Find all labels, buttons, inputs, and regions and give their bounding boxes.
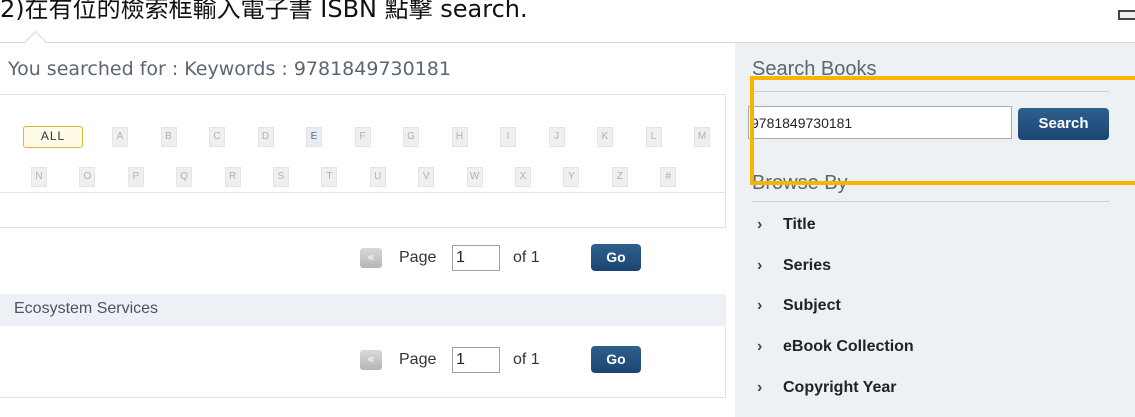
browse-item-subject[interactable]: › Subject (757, 297, 841, 315)
alpha-letter-p[interactable]: P (127, 167, 144, 187)
alpha-letter-e[interactable]: E (306, 127, 322, 147)
alpha-all-button[interactable]: ALL (23, 126, 83, 148)
filter-panel (0, 94, 726, 228)
page-label: Page (399, 249, 437, 266)
page-count-label: of 1 (513, 249, 540, 266)
filter-panel-divider (0, 192, 726, 193)
search-summary: You searched for : Keywords : 9781849730… (8, 58, 451, 80)
tab-notch (24, 30, 47, 53)
alpha-letter-i[interactable]: I (500, 127, 516, 147)
browse-item-copyright-year[interactable]: › Copyright Year (757, 379, 897, 397)
alpha-letter-z[interactable]: Z (611, 167, 628, 187)
alpha-letter-a[interactable]: A (112, 127, 128, 147)
corner-icon (1118, 10, 1135, 20)
page-number-input[interactable] (452, 245, 500, 271)
alpha-letter-k[interactable]: K (597, 127, 613, 147)
alpha-letter-n[interactable]: N (31, 167, 47, 187)
alpha-letter-c[interactable]: C (209, 127, 225, 147)
alpha-letter-x[interactable]: X (515, 167, 531, 187)
alpha-letter-r[interactable]: R (224, 167, 241, 187)
alpha-letter-h[interactable]: H (451, 127, 468, 147)
alpha-letter-l[interactable]: L (645, 127, 662, 147)
alpha-letter-v[interactable]: V (418, 167, 435, 187)
alpha-letter-b[interactable]: B (160, 127, 177, 147)
chevron-right-icon: › (757, 257, 763, 274)
alpha-letter-w[interactable]: W (466, 167, 483, 187)
instruction-caption: 2)在有位的檢索框輸入電子書 ISBN 點擊 search. (0, 0, 528, 23)
chevron-right-icon: › (757, 297, 763, 314)
prev-page-button[interactable]: « (360, 248, 382, 268)
page-label: Page (399, 351, 437, 368)
go-button[interactable]: Go (591, 346, 641, 373)
annotation-highlight-box (750, 76, 1135, 185)
chevron-right-icon: › (757, 379, 763, 396)
alpha-letter-m[interactable]: M (694, 127, 710, 147)
alpha-letter-hash[interactable]: # (660, 167, 677, 187)
alpha-letter-q[interactable]: Q (176, 167, 193, 187)
filter-panel-top-rule (0, 94, 726, 95)
browse-heading-rule (752, 201, 1109, 202)
alpha-letter-f[interactable]: F (354, 127, 371, 147)
browse-item-title[interactable]: › Title (757, 216, 816, 234)
page-count-label: of 1 (513, 351, 540, 368)
chevron-right-icon: › (757, 338, 763, 355)
alpha-letter-d[interactable]: D (257, 127, 274, 147)
prev-page-button[interactable]: « (360, 350, 382, 370)
go-button[interactable]: Go (591, 244, 641, 271)
result-title-link[interactable]: Ecosystem Services (14, 300, 158, 318)
alpha-letter-o[interactable]: O (79, 167, 96, 187)
alpha-letter-u[interactable]: U (369, 167, 386, 187)
alpha-letter-t[interactable]: T (321, 167, 338, 187)
page-number-input[interactable] (452, 347, 500, 373)
alpha-letter-y[interactable]: Y (563, 167, 580, 187)
chevron-right-icon: › (757, 216, 763, 233)
alpha-letter-j[interactable]: J (548, 127, 565, 147)
alpha-letter-g[interactable]: G (403, 127, 419, 147)
browse-item-series[interactable]: › Series (757, 257, 831, 275)
browse-item-ebook-collection[interactable]: › eBook Collection (757, 338, 914, 356)
alpha-letter-s[interactable]: S (273, 167, 289, 187)
